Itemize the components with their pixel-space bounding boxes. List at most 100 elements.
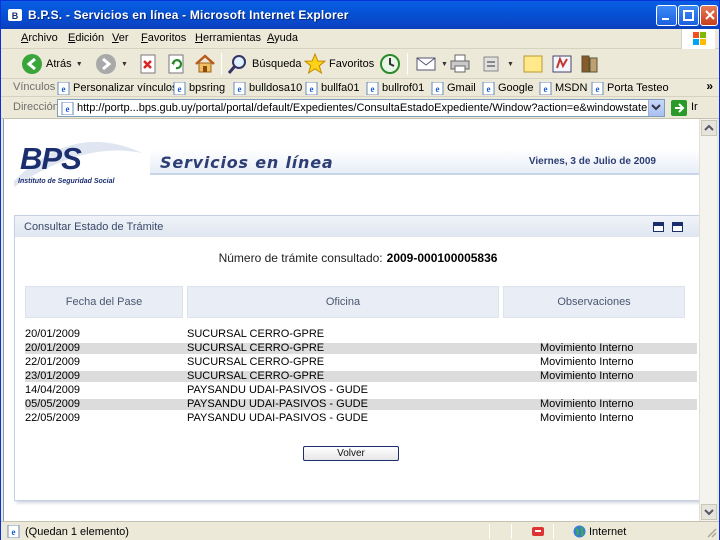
menu-archivo[interactable]: Archivo	[21, 32, 58, 44]
links-bar: Vínculos e Personalizar vínculos e bpsri…	[1, 79, 719, 97]
resize-grip-icon[interactable]	[705, 526, 717, 538]
forward-dropdown-icon[interactable]: ▼	[121, 61, 128, 68]
cell-fecha: 20/01/2009	[25, 329, 81, 340]
edit-button[interactable]: ▼	[481, 52, 514, 76]
link-msdn[interactable]: e MSDN	[539, 80, 587, 96]
cell-oficina: PAYSANDÚ UDAI-PASIVOS - GUDE	[187, 385, 368, 396]
discuss-button[interactable]	[522, 52, 544, 76]
link-bulldosa10[interactable]: e bulldosa10	[233, 80, 302, 96]
home-icon	[195, 54, 215, 73]
menu-favoritos[interactable]: Favoritos	[141, 32, 186, 44]
volver-button[interactable]: Volver	[303, 446, 399, 461]
ie-page-icon: e	[591, 81, 604, 95]
cell-oficina: SUCURSAL CERRO-GPRE	[187, 343, 325, 354]
print-button[interactable]	[449, 52, 471, 76]
stop-icon	[140, 54, 156, 74]
edit-page-icon	[483, 56, 499, 72]
link-label: bullfa01	[321, 82, 360, 94]
ie-page-icon: e	[305, 81, 318, 95]
table-row: 14/04/2009 PAYSANDÚ UDAI-PASIVOS - GUDE	[25, 385, 697, 396]
status-text: (Quedan 1 elemento)	[25, 526, 129, 538]
link-google[interactable]: e Google	[482, 80, 533, 96]
panel-maximize-icon[interactable]	[672, 222, 683, 232]
ie-page-icon: e	[7, 525, 20, 538]
links-overflow-chevron-icon[interactable]: »	[706, 79, 713, 93]
history-button[interactable]	[379, 52, 401, 76]
cell-fecha: 14/04/2009	[25, 385, 81, 396]
cell-oficina: PAYSANDÚ UDAI-PASIVOS - GUDE	[187, 413, 368, 424]
ie-page-icon: e	[539, 81, 552, 95]
ie-window: B B.P.S. - Servicios en línea - Microsof…	[0, 0, 720, 540]
back-dropdown-icon[interactable]: ▼	[76, 61, 83, 68]
scroll-down-arrow-icon[interactable]	[701, 504, 717, 520]
link-bullfa01[interactable]: e bullfa01	[305, 80, 360, 96]
maximize-icon	[683, 10, 694, 21]
menu-bar: Archivo Edición Ver Favoritos Herramient…	[1, 29, 719, 49]
panel-minimize-icon[interactable]	[653, 222, 664, 232]
menu-herramientas[interactable]: Herramientas	[195, 32, 261, 44]
favorites-label: Favoritos	[329, 58, 375, 70]
note-icon	[523, 55, 543, 73]
bps-header: BPS Instituto de Seguridad Social Servic…	[14, 127, 700, 191]
address-input[interactable]	[77, 101, 647, 115]
edit-dropdown-icon[interactable]: ▼	[507, 61, 514, 68]
star-icon	[304, 53, 326, 75]
status-separator	[511, 524, 512, 539]
search-label: Búsqueda	[252, 58, 302, 70]
minimize-icon	[662, 18, 669, 20]
header-band: Servicios en línea Viernes, 3 de Julio d…	[150, 149, 700, 175]
address-field[interactable]: e	[57, 99, 665, 117]
maximize-button[interactable]	[678, 5, 699, 26]
cell-fecha: 22/05/2009	[25, 413, 81, 424]
link-bullrof01[interactable]: e bullrof01	[366, 80, 424, 96]
status-separator	[553, 524, 554, 539]
mail-dropdown-icon[interactable]: ▼	[441, 61, 448, 68]
links-title: Vínculos	[13, 81, 56, 93]
menu-ayuda[interactable]: Ayuda	[267, 32, 298, 44]
svg-text:e: e	[238, 84, 242, 94]
window-title: B.P.S. - Servicios en línea - Microsoft …	[28, 8, 349, 22]
stop-button[interactable]	[139, 52, 157, 76]
table-row: 23/01/2009 SUCURSAL CERRO-GPRE Movimient…	[25, 371, 697, 382]
link-porta-testeo[interactable]: e Porta Testeo	[591, 80, 669, 96]
close-button[interactable]	[700, 5, 718, 26]
link-label: bullrof01	[382, 82, 425, 94]
scroll-up-arrow-icon[interactable]	[701, 120, 717, 136]
back-button[interactable]: Atrás ▼	[21, 52, 83, 76]
go-button[interactable]	[671, 100, 687, 116]
minimize-button[interactable]	[656, 5, 677, 26]
svg-text:e: e	[66, 104, 70, 114]
go-label[interactable]: Ir	[691, 101, 698, 113]
mail-icon	[416, 57, 436, 71]
messenger-button[interactable]	[551, 52, 573, 76]
ie-page-icon: e	[173, 81, 186, 95]
close-icon	[705, 10, 715, 20]
menu-edicion[interactable]: Edición	[68, 32, 104, 44]
cell-observaciones: Movimiento Interno	[540, 357, 634, 368]
title-bar: B B.P.S. - Servicios en línea - Microsof…	[1, 1, 719, 29]
cell-oficina: SUCURSAL CERRO-GPRE	[187, 357, 325, 368]
link-gmail[interactable]: e Gmail	[431, 80, 476, 96]
mail-button[interactable]: ▼	[415, 52, 448, 76]
cell-observaciones: Movimiento Interno	[540, 413, 634, 424]
back-arrow-icon	[22, 54, 42, 74]
svg-text:e: e	[487, 84, 491, 94]
favorites-button[interactable]: Favoritos	[304, 52, 374, 76]
search-button[interactable]: Búsqueda	[227, 52, 302, 76]
menu-ver[interactable]: Ver	[112, 32, 129, 44]
research-button[interactable]	[579, 52, 601, 76]
refresh-button[interactable]	[167, 52, 185, 76]
back-label: Atrás	[46, 58, 72, 70]
vertical-scrollbar[interactable]	[699, 119, 717, 521]
link-label: Gmail	[447, 82, 476, 94]
svg-text:B: B	[12, 11, 19, 21]
forward-button[interactable]: ▼	[95, 52, 128, 76]
link-personalizar[interactable]: e Personalizar vínculos	[57, 80, 178, 96]
ie-page-icon: e	[366, 81, 379, 95]
link-bpsring[interactable]: e bpsring	[173, 80, 225, 96]
address-dropdown-icon[interactable]	[648, 100, 664, 116]
link-label: MSDN	[555, 82, 588, 94]
home-button[interactable]	[194, 52, 216, 76]
table-row: 22/01/2009 SUCURSAL CERRO-GPRE Movimient…	[25, 357, 697, 368]
svg-text:e: e	[544, 84, 548, 94]
